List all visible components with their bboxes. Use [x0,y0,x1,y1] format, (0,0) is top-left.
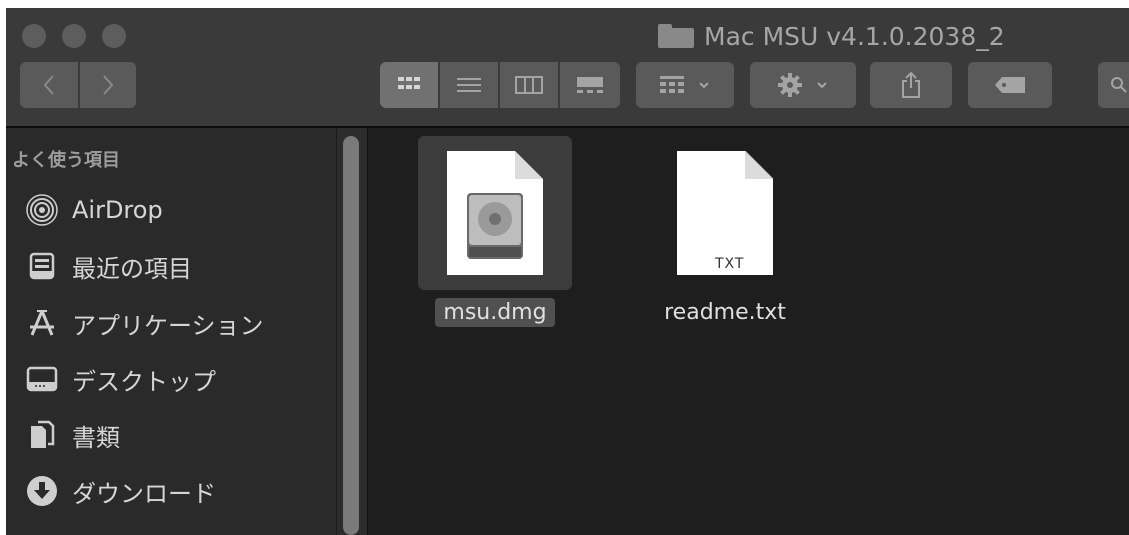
sidebar-item-airdrop[interactable]: AirDrop [24,190,163,230]
file-area: msu.dmg readme.txt TXT [368,128,1129,535]
search-field[interactable] [1098,62,1129,108]
applications-icon [24,306,60,340]
sidebar-scroll-thumb[interactable] [343,136,359,535]
sidebar-item-downloads[interactable]: ダウンロード [24,471,216,511]
sidebar-item-label: アプリケーション [72,311,264,340]
sidebar-item-label: AirDrop [72,196,163,224]
dmg-file-icon [418,136,572,290]
view-mode-control [380,62,620,108]
sidebar-item-documents[interactable]: 書類 [24,415,120,455]
finder-window: Mac MSU v4.1.0.2038_2 よく使う項目 AirDrop 最近の… [6,8,1129,535]
sidebar-item-label: 最近の項目 [72,254,192,283]
sidebar-item-label: 書類 [72,423,120,452]
recents-icon [24,249,60,283]
share-icon [902,71,920,98]
sidebar-item-desktop[interactable]: デスクトップ [24,359,216,399]
documents-icon [24,418,60,452]
file-name: readme.txt [664,300,786,325]
list-view-icon [457,78,481,92]
gear-icon [778,73,802,97]
gallery-view-icon [577,77,603,93]
titlebar: Mac MSU v4.1.0.2038_2 [6,8,1129,128]
sidebar-scrollbar[interactable] [336,128,368,535]
icon-view-icon [398,77,420,89]
back-button[interactable] [20,62,80,108]
window-title: Mac MSU v4.1.0.2038_2 [658,16,1005,56]
sidebar-section-title: よく使う項目 [12,150,120,171]
chevron-down-icon [699,82,709,89]
window-title-text: Mac MSU v4.1.0.2038_2 [704,21,1005,51]
list-view-button[interactable] [440,62,500,108]
nav-buttons [20,62,136,108]
search-icon [1111,77,1127,93]
file-name: msu.dmg [435,298,555,327]
sidebar-item-applications[interactable]: アプリケーション [24,303,264,343]
downloads-icon [24,474,60,508]
tag-icon [995,77,1025,93]
zoom-window-button[interactable] [102,24,126,48]
close-window-button[interactable] [22,24,46,48]
folder-icon [658,24,694,48]
sidebar-item-label: デスクトップ [72,367,216,396]
sidebar-item-label: ダウンロード [72,479,216,508]
chevron-down-icon [817,82,827,89]
tag-button[interactable] [968,62,1052,108]
txt-badge: TXT [715,256,745,272]
airdrop-icon [24,193,60,227]
action-menu-button[interactable] [750,62,856,108]
group-by-button[interactable] [636,62,734,108]
sidebar-item-recents[interactable]: 最近の項目 [24,246,192,286]
group-by-icon [660,76,684,93]
column-view-button[interactable] [500,62,560,108]
share-button[interactable] [870,62,952,108]
file-item[interactable]: msu.dmg [418,136,572,327]
column-view-icon [515,76,543,94]
chevron-right-icon [103,75,114,95]
file-item[interactable]: readme.txt [648,136,802,327]
desktop-icon [24,362,60,396]
forward-button[interactable] [80,62,136,108]
minimize-window-button[interactable] [62,24,86,48]
icon-view-button[interactable] [380,62,440,108]
chevron-left-icon [43,75,54,95]
gallery-view-button[interactable] [560,62,620,108]
